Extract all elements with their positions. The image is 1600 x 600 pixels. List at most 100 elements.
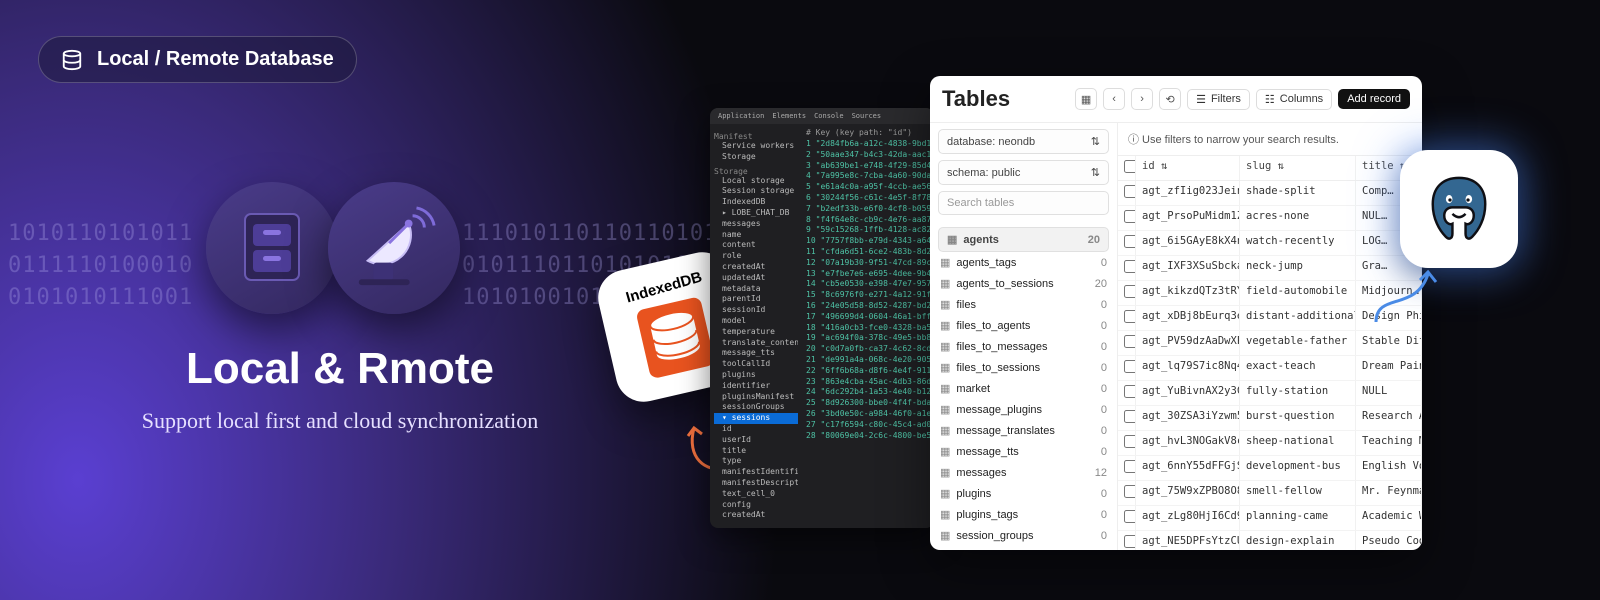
devtools-key-row[interactable]: 7 "b2edf33b-e6f0-4cf8-b059-5c6ba6a1d736"	[806, 204, 930, 215]
checkbox-header[interactable]	[1118, 156, 1136, 180]
devtools-tree-item[interactable]: temperature	[714, 327, 798, 338]
row-checkbox[interactable]	[1124, 535, 1136, 548]
devtools-tree-item[interactable]: config	[714, 500, 798, 511]
search-tables-input[interactable]: Search tables	[938, 191, 1109, 215]
database-selector[interactable]: database: neondb ⇅	[938, 129, 1109, 154]
devtools-tree-item[interactable]: parentId	[714, 294, 798, 305]
table-row[interactable]: agt_zfIig023Jeinshade-splitComp…	[1118, 181, 1422, 206]
table-list-item[interactable]: ▦agents20	[938, 227, 1109, 252]
devtools-tree-item[interactable]: ▸ LOBE_CHAT_DB	[714, 208, 798, 219]
devtools-key-row[interactable]: 26 "3bd0e50c-a984-46f0-a1e2-1db5634ce5dd…	[806, 409, 930, 420]
devtools-tree-item[interactable]: pluginsManifest	[714, 392, 798, 403]
devtools-key-row[interactable]: 23 "863e4cba-45ac-4db3-86dd-94276b4782ae…	[806, 377, 930, 388]
devtools-tree-item[interactable]: IndexedDB	[714, 197, 798, 208]
schema-selector[interactable]: schema: public ⇅	[938, 160, 1109, 185]
devtools-tree-item[interactable]: Storage	[714, 152, 798, 163]
row-checkbox[interactable]	[1124, 185, 1136, 198]
table-row[interactable]: agt_PrsoPuMidm1Zacres-noneNUL…	[1118, 206, 1422, 231]
devtools-tab[interactable]: Console	[814, 112, 844, 120]
devtools-key-row[interactable]: 12 "07a19b30-9f51-47cd-89cf-94e4e3672c08…	[806, 258, 930, 269]
table-row[interactable]: agt_hvL3NOGakV8csheep-nationalTeaching M…	[1118, 431, 1422, 456]
devtools-tree-item[interactable]: updatedAt	[714, 273, 798, 284]
row-checkbox[interactable]	[1124, 285, 1136, 298]
table-list-item[interactable]: ▦sessions20	[930, 546, 1117, 550]
filters-button[interactable]: ☰Filters	[1187, 89, 1250, 110]
table-list-item[interactable]: ▦plugins_tags0	[930, 504, 1117, 525]
devtools-key-row[interactable]: 16 "24e05d58-8d52-4287-bd2b-890573b0dcb7…	[806, 301, 930, 312]
devtools-key-row[interactable]: 1 "2d84fb6a-a12c-4838-9bd1-0039e73dfcdd"	[806, 139, 930, 150]
devtools-key-row[interactable]: 19 "ac694f0a-378c-49e5-bb8d-7f88080e4700…	[806, 333, 930, 344]
table-list-item[interactable]: ▦agents_to_sessions20	[930, 273, 1117, 294]
devtools-key-row[interactable]: 28 "80069e04-2c6c-4800-be5a-d307722caf66…	[806, 431, 930, 442]
devtools-key-row[interactable]: 25 "8d926300-bbe0-4f4f-bdaa-f5615033a607…	[806, 398, 930, 409]
table-row[interactable]: agt_75W9xZPBO8O8smell-fellowMr. Feynman	[1118, 481, 1422, 506]
devtools-key-row[interactable]: 13 "e7fbe7e6-e695-4dee-9b4b-583e672a5e29…	[806, 269, 930, 280]
devtools-key-row[interactable]: 2 "50aae347-b4c3-42da-aac1-37244f1a747c"	[806, 150, 930, 161]
devtools-tree-item[interactable]: Session storage	[714, 186, 798, 197]
devtools-tree-item[interactable]: type	[714, 456, 798, 467]
table-list-item[interactable]: ▦files_to_agents0	[930, 315, 1117, 336]
devtools-key-row[interactable]: 22 "6ff6b68a-d8f6-4e4f-9110-74596ceb789a…	[806, 366, 930, 377]
devtools-tab[interactable]: Sources	[852, 112, 882, 120]
layout-icon[interactable]: ▦	[1075, 88, 1097, 110]
devtools-tree-item[interactable]: Manifest	[714, 132, 798, 141]
table-row[interactable]: agt_YuBivnAX2y3Cfully-stationNULL	[1118, 381, 1422, 406]
devtools-key-row[interactable]: 17 "496699d4-0604-46a1-bff9-f8c74f2943c4…	[806, 312, 930, 323]
table-row[interactable]: agt_lq79S7ic8Nq4exact-teachDream Painte…	[1118, 356, 1422, 381]
devtools-tree-item[interactable]: ▾ sessions	[714, 413, 798, 424]
col-slug[interactable]: slug ⇅	[1240, 156, 1356, 180]
devtools-tree-item[interactable]: sessionId	[714, 305, 798, 316]
devtools-tree-item[interactable]: sessionGroups	[714, 402, 798, 413]
devtools-key-row[interactable]: 21 "de991a4a-068c-4e20-9059-0dcccce236f4…	[806, 355, 930, 366]
table-list-item[interactable]: ▦agents_tags0	[930, 252, 1117, 273]
row-checkbox[interactable]	[1124, 410, 1136, 423]
devtools-tree-item[interactable]: translate_content	[714, 338, 798, 349]
columns-button[interactable]: ☷Columns	[1256, 89, 1332, 110]
devtools-tree-item[interactable]: Storage	[714, 167, 798, 176]
devtools-key-row[interactable]: 11 "cfda6d51-6ce2-483b-8d24-47e534bc5e4a…	[806, 247, 930, 258]
table-list-item[interactable]: ▦plugins0	[930, 483, 1117, 504]
row-checkbox[interactable]	[1124, 510, 1136, 523]
table-list-item[interactable]: ▦files_to_messages0	[930, 336, 1117, 357]
devtools-tree-item[interactable]: manifestDescription	[714, 478, 798, 489]
table-row[interactable]: agt_PV59dzAaDwXPvegetable-fatherStable D…	[1118, 331, 1422, 356]
devtools-key-row[interactable]: 3 "ab639be1-e748-4f29-85d4-4c67a5cac383"	[806, 161, 930, 172]
row-checkbox[interactable]	[1124, 385, 1136, 398]
devtools-key-row[interactable]: 10 "7757f8bb-e79d-4343-a647-cf5e5523b886…	[806, 236, 930, 247]
devtools-tab[interactable]: Elements	[772, 112, 806, 120]
devtools-tree-item[interactable]: Local storage	[714, 176, 798, 187]
row-checkbox[interactable]	[1124, 485, 1136, 498]
devtools-tree-item[interactable]: createdAt	[714, 510, 798, 521]
devtools-tree-item[interactable]: identifier	[714, 381, 798, 392]
devtools-tree-item[interactable]: role	[714, 251, 798, 262]
devtools-tree-item[interactable]: name	[714, 230, 798, 241]
devtools-tree-item[interactable]: userId	[714, 435, 798, 446]
table-row[interactable]: agt_NE5DPFsYtzCUdesign-explainPseudo Cod…	[1118, 531, 1422, 550]
next-icon[interactable]: ›	[1131, 88, 1153, 110]
table-list-item[interactable]: ▦files_to_sessions0	[930, 357, 1117, 378]
devtools-tree-item[interactable]: Service workers	[714, 141, 798, 152]
row-checkbox[interactable]	[1124, 360, 1136, 373]
row-checkbox[interactable]	[1124, 235, 1136, 248]
row-checkbox[interactable]	[1124, 310, 1136, 323]
devtools-tree-item[interactable]: title	[714, 446, 798, 457]
devtools-tree-item[interactable]: plugins	[714, 370, 798, 381]
table-list-item[interactable]: ▦message_plugins0	[930, 399, 1117, 420]
table-row[interactable]: agt_zLg80HjI6Cd9planning-cameAcademic Wr…	[1118, 506, 1422, 531]
devtools-tree-item[interactable]: message_tts	[714, 348, 798, 359]
devtools-key-row[interactable]: 15 "8c6976f0-e271-4a12-91f8-b4df65658e8c…	[806, 290, 930, 301]
devtools-tree-item[interactable]: content	[714, 240, 798, 251]
devtools-key-row[interactable]: 8 "f4f64e8c-cb9c-4e76-aa87-3a4dffe23613"	[806, 215, 930, 226]
col-id[interactable]: id ⇅	[1136, 156, 1240, 180]
devtools-tree-item[interactable]: text_cell_0	[714, 489, 798, 500]
devtools-tree-item[interactable]: createdAt	[714, 262, 798, 273]
prev-icon[interactable]: ‹	[1103, 88, 1125, 110]
devtools-key-row[interactable]: 14 "cb5e0530-e398-47e7-9579-ee504e3a76c0…	[806, 279, 930, 290]
devtools-key-row[interactable]: 18 "416a0cb3-fce0-4328-ba5f-ef093d9f6cf6…	[806, 323, 930, 334]
devtools-tab[interactable]: Application	[718, 112, 764, 120]
add-record-button[interactable]: Add record	[1338, 89, 1410, 109]
devtools-key-row[interactable]: 9 "59c15268-1ffb-4128-ac82-07646724b085"	[806, 225, 930, 236]
table-list-item[interactable]: ▦session_groups0	[930, 525, 1117, 546]
table-row[interactable]: agt_30ZSA3iYzwm5burst-questionResearch A…	[1118, 406, 1422, 431]
devtools-key-row[interactable]: 20 "c0d7a0fb-ca37-4c62-8cdc-06b98a5d8117…	[806, 344, 930, 355]
